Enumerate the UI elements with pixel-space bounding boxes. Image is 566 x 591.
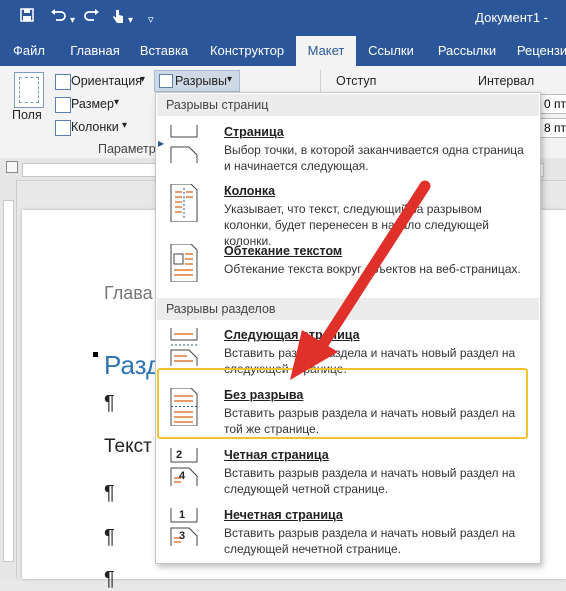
menu-item-description: Выбор точки, в которой заканчивается одн… [224,143,524,173]
menu-item-description: Указывает, что текст, следующий за разры… [224,202,489,248]
redo-icon[interactable] [84,8,100,28]
pilcrow-mark: ¶ [104,568,115,590]
menu-item-description: Вставить разрыв раздела и начать новый р… [224,526,516,556]
menu-item-even-page[interactable]: 2 4 Четная страница Вставить разрыв разд… [157,448,539,500]
columns-caret-icon[interactable]: ▾ [122,120,127,131]
tab-layout[interactable]: Макет [296,36,356,66]
document-heading-gray: Глава [104,283,153,303]
pilcrow-mark: ¶ [104,526,115,548]
next-page-section-icon [170,328,198,366]
current-marker-icon: ▶ [158,139,165,148]
column-break-icon [170,184,198,222]
spacing-label: Интервал [478,74,535,88]
menu-item-title: Четная страница [224,448,329,462]
touch-dropdown-icon[interactable]: ▾ [128,11,133,31]
indent-label: Отступ [336,74,377,88]
menu-item-description: Вставить разрыв раздела и начать новый р… [224,466,516,496]
tab-insert[interactable]: Вставка [136,36,192,66]
pilcrow-mark: ¶ [104,392,115,414]
highlight-box [157,368,528,439]
even-page-badge-2: 2 [176,449,183,461]
save-icon[interactable] [20,8,34,28]
tab-home[interactable]: Главная [62,36,128,66]
spacing-after-input[interactable]: 8 пт [540,118,566,138]
pilcrow-mark: ¶ [104,482,115,504]
breaks-button[interactable]: Разрывы ▾ [154,70,240,92]
margins-icon[interactable] [14,72,44,108]
menu-item-description: Обтекание текста вокруг объектов на веб-… [224,262,521,276]
document-title: Документ1 - [475,10,548,25]
orientation-button[interactable]: Ориентация [71,74,142,88]
orientation-icon [55,74,71,90]
menu-item-title: Следующая страница [224,328,360,342]
touch-mode-icon[interactable] [111,8,125,30]
page-breaks-header: Разрывы страниц [157,94,539,116]
tab-design[interactable]: Конструктор [204,36,290,66]
document-body-text: Текст [104,436,152,457]
tab-mailings[interactable]: Рассылки [432,36,502,66]
size-caret-icon[interactable]: ▾ [114,97,119,108]
margins-button-label[interactable]: Поля [12,108,42,122]
tab-file[interactable]: Файл [8,36,50,66]
paragraph-mark-bullet [93,352,98,357]
menu-item-title: Колонка [224,184,276,198]
vertical-ruler-track [3,200,14,562]
columns-icon [55,120,71,136]
menu-item-title: Нечетная страница [224,508,343,522]
odd-page-badge-3: 3 [179,530,186,542]
undo-dropdown-icon[interactable]: ▾ [70,11,75,31]
spacing-before-input[interactable]: 0 пт [540,94,566,114]
tab-review[interactable]: Рецензи [512,36,566,66]
size-button[interactable]: Размер [71,97,114,111]
breaks-caret-icon: ▾ [227,74,233,85]
menu-item-text-wrapping[interactable]: Обтекание текстом Обтекание текста вокру… [157,244,539,296]
odd-page-badge-1: 1 [179,509,186,521]
document-heading-blue: Разд [104,350,162,380]
page-break-icon [170,125,198,163]
breaks-dropdown-menu: Разрывы страниц ▶ Страница Выбор точки, … [155,92,541,564]
menu-item-title: Обтекание текстом [224,244,343,258]
menu-item-title: Страница [224,125,284,139]
text-wrapping-break-icon [170,244,198,282]
menu-item-column-break[interactable]: Колонка Указывает, что текст, следующий … [157,184,539,248]
title-bar: ▾ ▾ ▿ Документ1 - [0,0,566,36]
customize-qat-icon[interactable]: ▿ [148,10,154,30]
tab-references[interactable]: Ссылки [362,36,420,66]
vertical-ruler[interactable] [0,180,17,579]
breaks-icon [159,74,173,88]
tab-selector-icon[interactable] [6,161,18,173]
ribbon-tabs: Файл Главная Вставка Конструктор Макет С… [0,36,566,66]
undo-icon[interactable] [50,8,66,28]
size-icon [55,97,71,113]
section-breaks-header: Разрывы разделов [157,298,539,320]
menu-item-page-break[interactable]: ▶ Страница Выбор точки, в которой заканч… [157,125,539,177]
orientation-caret-icon[interactable]: ▾ [140,74,145,85]
even-page-badge-4: 4 [179,470,186,482]
columns-button[interactable]: Колонки [71,120,119,134]
breaks-button-label: Разрывы [175,74,228,88]
menu-item-odd-page[interactable]: 1 3 Нечетная страница Вставить разрыв ра… [157,508,539,560]
